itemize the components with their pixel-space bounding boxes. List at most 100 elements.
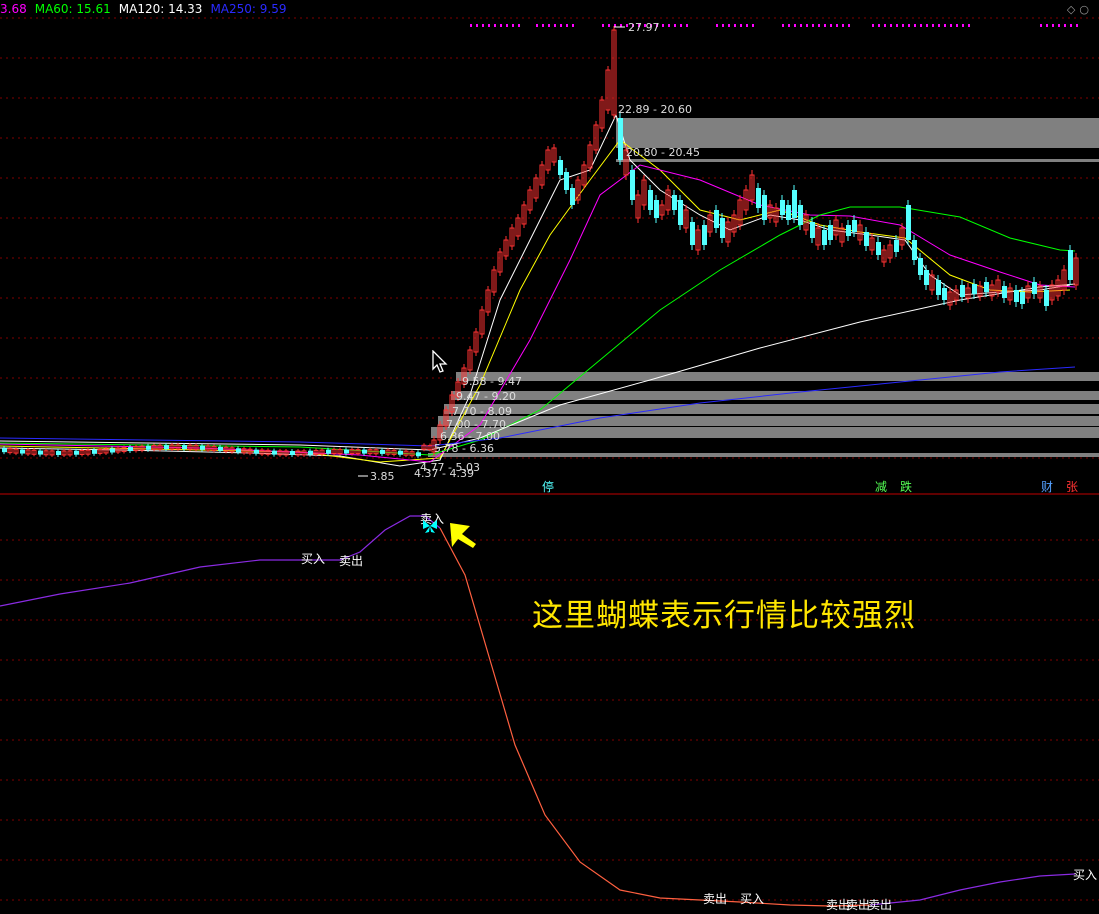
zone-band (451, 391, 1099, 400)
signal-label: 卖出 (703, 892, 727, 906)
corner-icons[interactable]: ◇○ (1067, 3, 1093, 16)
signal-dot (536, 24, 538, 27)
signal-dot (494, 24, 496, 27)
candle (792, 190, 797, 218)
signal-dot (962, 24, 964, 27)
circle-icon[interactable]: ○ (1079, 3, 1093, 16)
signal-dot (542, 24, 544, 27)
candle (960, 285, 965, 297)
candle (308, 450, 313, 455)
candle (798, 205, 803, 225)
signal-dot (782, 24, 784, 27)
candle (1014, 290, 1019, 302)
signal-dot (806, 24, 808, 27)
legend-ma120: MA120: 14.33 (118, 2, 203, 16)
ma-legend: 3.68 MA60: 15.61 MA120: 14.33 MA250: 9.59 (0, 2, 295, 16)
diamond-icon[interactable]: ◇ (1067, 3, 1079, 16)
signal-dot (890, 24, 892, 27)
candle (74, 450, 79, 455)
signal-dot (512, 24, 514, 27)
candle (344, 449, 349, 454)
signal-dot (572, 24, 574, 27)
candle (972, 284, 977, 294)
signal-dot (686, 24, 688, 27)
candle (380, 449, 385, 454)
candle (654, 200, 659, 218)
signal-dot (830, 24, 832, 27)
candle (942, 288, 947, 300)
signal-dot (668, 24, 670, 27)
legend-ma250: MA250: 9.59 (210, 2, 287, 16)
price-label: 22.89 - 20.60 (618, 103, 692, 116)
candle (128, 447, 133, 452)
candle (762, 195, 767, 220)
zone-band (456, 372, 1099, 381)
zone-band (431, 427, 1099, 438)
candle (780, 200, 785, 215)
mouse-cursor-icon (432, 350, 448, 373)
signal-dot (1046, 24, 1048, 27)
candle (828, 225, 833, 240)
signal-label: 买入 (1073, 868, 1097, 882)
signal-dot (848, 24, 850, 27)
candle (56, 450, 61, 455)
signal-dot (872, 24, 874, 27)
legend-ma60: MA60: 15.61 (34, 2, 111, 16)
event-marker: 停 (542, 479, 554, 494)
candle (558, 160, 563, 175)
candle (20, 449, 25, 454)
event-marker: 跌 (900, 479, 912, 494)
signal-dot (506, 24, 508, 27)
price-label: 7.70 - 8.09 (452, 405, 512, 418)
signal-label: 卖出 (846, 898, 870, 912)
candle (690, 222, 695, 245)
signal-dot (800, 24, 802, 27)
signal-dot (680, 24, 682, 27)
signal-dot (548, 24, 550, 27)
signal-dot (932, 24, 934, 27)
candle (1020, 292, 1025, 304)
candle (290, 450, 295, 455)
event-marker: 张 (1066, 480, 1078, 494)
candle (984, 282, 989, 292)
price-label: 9.58 - 9.47 (462, 375, 522, 388)
signal-dot (914, 24, 916, 27)
candle (146, 445, 151, 450)
signal-label: 买入 (301, 552, 325, 566)
signal-dot (662, 24, 664, 27)
signal-dot (602, 24, 604, 27)
signal-label: 卖出 (339, 554, 363, 568)
signal-dot (812, 24, 814, 27)
signal-dot (554, 24, 556, 27)
candle (936, 280, 941, 295)
signal-dot (1058, 24, 1060, 27)
indicator-up-segment (0, 515, 441, 607)
candle (1002, 286, 1007, 298)
candle (272, 450, 277, 455)
signal-dot (818, 24, 820, 27)
candle (852, 220, 857, 232)
signal-dot (734, 24, 736, 27)
signal-dot (518, 24, 520, 27)
legend-ma-short: 3.68 (0, 2, 27, 16)
signal-dot (488, 24, 490, 27)
candle (876, 242, 881, 255)
signal-dot (926, 24, 928, 27)
candle (236, 448, 241, 453)
candle (906, 205, 911, 240)
signal-dot (566, 24, 568, 27)
signal-dot (1040, 24, 1042, 27)
candle (810, 222, 815, 238)
candle (570, 188, 575, 205)
candle (362, 449, 367, 454)
candle (1032, 282, 1037, 294)
indicator-signals: 买入 卖出卖入卖出 买入 卖出卖出卖出买入 (301, 512, 1097, 912)
price-label: 27.97 (628, 21, 660, 34)
candle (894, 240, 899, 252)
signal-dot (788, 24, 790, 27)
signal-dot (728, 24, 730, 27)
signal-dot (752, 24, 754, 27)
candle (846, 225, 851, 236)
signal-label: 买入 (740, 892, 764, 906)
event-markers: 停 减跌 财张 (542, 479, 1078, 494)
